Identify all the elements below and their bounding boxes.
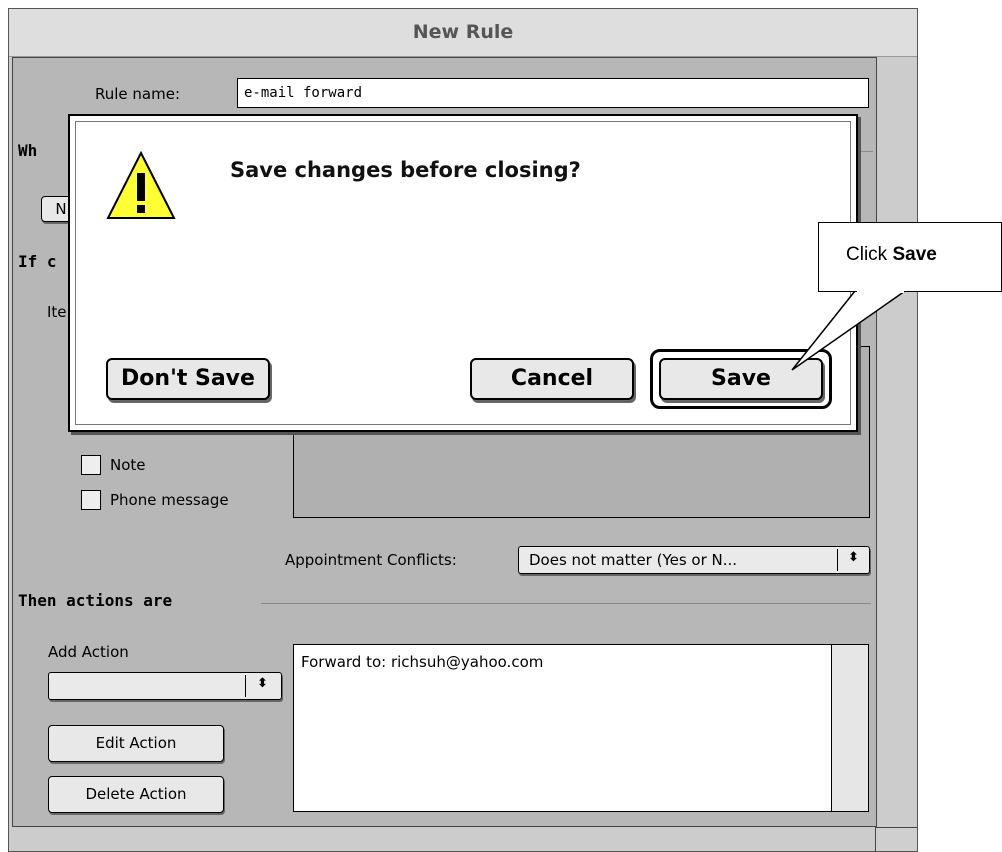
callout-box: Click Save xyxy=(818,222,1002,292)
callout-text: Click xyxy=(846,244,893,265)
callout-pointer xyxy=(791,290,908,371)
callout-join xyxy=(857,290,904,293)
callout-emphasis: Save xyxy=(892,244,937,265)
